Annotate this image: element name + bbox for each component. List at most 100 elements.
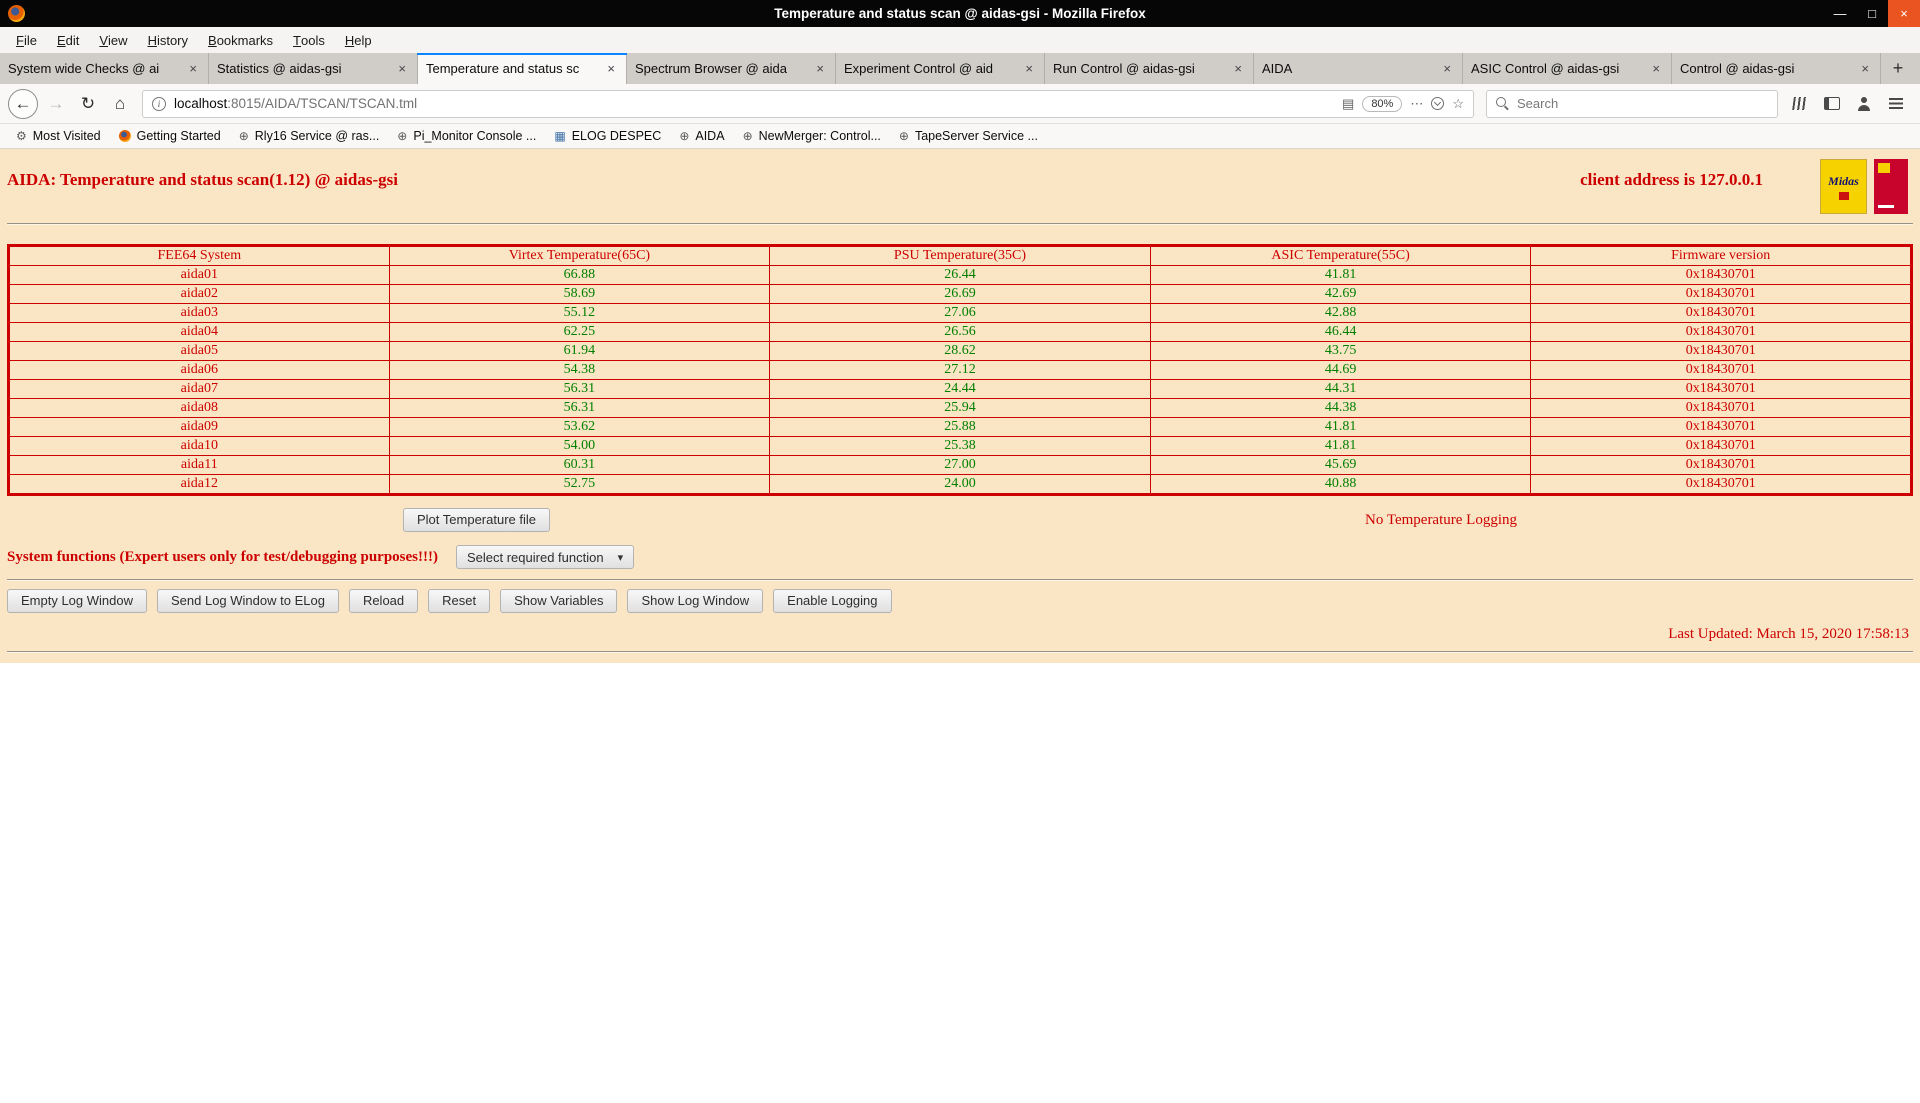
menu-view[interactable]: View <box>89 27 137 53</box>
firmware-cell: 0x18430701 <box>1531 323 1912 342</box>
bookmark-newmerger-control[interactable]: ⊕ NewMerger: Control... <box>735 124 889 148</box>
bookmark-aida[interactable]: ⊕ AIDA <box>671 124 732 148</box>
empty-log-window-button[interactable]: Empty Log Window <box>7 589 147 613</box>
fee64-system-cell: aida06 <box>9 361 390 380</box>
psu-temp-cell: 24.44 <box>770 380 1151 399</box>
psu-temp-cell: 26.69 <box>770 285 1151 304</box>
sidebar-toggle-icon[interactable] <box>1818 90 1846 118</box>
tab-temperature-status-scan[interactable]: Temperature and status sc × <box>418 53 627 84</box>
psu-temp-cell: 25.38 <box>770 437 1151 456</box>
reload-page-button[interactable]: Reload <box>349 589 418 613</box>
tab-close-icon[interactable]: × <box>186 62 200 75</box>
forward-button[interactable]: → <box>40 89 72 119</box>
minimize-button[interactable]: — <box>1824 0 1856 27</box>
enable-logging-button[interactable]: Enable Logging <box>773 589 891 613</box>
virtex-temp-cell: 56.31 <box>389 380 770 399</box>
table-row: aida12 52.75 24.00 40.88 0x18430701 <box>9 475 1912 495</box>
tab-label: AIDA <box>1262 61 1440 76</box>
menu-edit[interactable]: Edit <box>47 27 89 53</box>
pocket-icon[interactable] <box>1431 97 1444 110</box>
bookmark-elog-despec[interactable]: ▦ ELOG DESPEC <box>546 124 669 148</box>
tab-close-icon[interactable]: × <box>1858 62 1872 75</box>
firmware-cell: 0x18430701 <box>1531 418 1912 437</box>
bookmark-tapeserver-service[interactable]: ⊕ TapeServer Service ... <box>891 124 1046 148</box>
show-variables-button[interactable]: Show Variables <box>500 589 617 613</box>
home-button[interactable]: ⌂ <box>104 89 136 119</box>
table-header-row: FEE64 System Virtex Temperature(65C) PSU… <box>9 246 1912 266</box>
close-button[interactable]: × <box>1888 0 1920 27</box>
menu-help[interactable]: Help <box>335 27 382 53</box>
tab-close-icon[interactable]: × <box>1022 62 1036 75</box>
tab-experiment-control[interactable]: Experiment Control @ aid × <box>836 53 1045 84</box>
search-bar[interactable] <box>1486 90 1778 118</box>
function-select[interactable]: Select required function ▾ <box>456 545 634 569</box>
table-row: aida08 56.31 25.94 44.38 0x18430701 <box>9 399 1912 418</box>
fee64-system-cell: aida07 <box>9 380 390 399</box>
function-select-value: Select required function <box>467 550 604 565</box>
reset-button[interactable]: Reset <box>428 589 490 613</box>
globe-icon: ⊕ <box>743 130 753 142</box>
send-log-window-to-elog-button[interactable]: Send Log Window to ELog <box>157 589 339 613</box>
tab-close-icon[interactable]: × <box>1440 62 1454 75</box>
new-tab-button[interactable]: + <box>1881 53 1915 84</box>
account-icon[interactable] <box>1850 90 1878 118</box>
page-actions-icon[interactable]: ⋯ <box>1410 96 1423 112</box>
horizontal-rule <box>7 651 1913 653</box>
plot-temperature-file-button[interactable]: Plot Temperature file <box>403 508 550 532</box>
show-log-window-button[interactable]: Show Log Window <box>627 589 763 613</box>
menu-bookmarks[interactable]: Bookmarks <box>198 27 283 53</box>
tab-aida[interactable]: AIDA × <box>1254 53 1463 84</box>
bookmark-rly16-service[interactable]: ⊕ Rly16 Service @ ras... <box>231 124 388 148</box>
bookmark-pi-monitor-console[interactable]: ⊕ Pi_Monitor Console ... <box>389 124 544 148</box>
client-address: client address is 127.0.0.1 <box>1580 169 1763 191</box>
system-functions-label: System functions (Expert users only for … <box>7 549 438 566</box>
reader-mode-icon[interactable]: ▤ <box>1342 96 1354 112</box>
virtex-temp-cell: 62.25 <box>389 323 770 342</box>
firmware-cell: 0x18430701 <box>1531 437 1912 456</box>
virtex-temp-cell: 54.00 <box>389 437 770 456</box>
bookmark-getting-started[interactable]: Getting Started <box>111 124 229 148</box>
virtex-temp-cell: 66.88 <box>389 266 770 285</box>
site-info-icon[interactable]: i <box>152 97 166 111</box>
tab-close-icon[interactable]: × <box>604 62 618 75</box>
tab-system-wide-checks[interactable]: System wide Checks @ ai × <box>0 53 209 84</box>
url-bar[interactable]: i localhost:8015/AIDA/TSCAN/TSCAN.tml ▤ … <box>142 90 1474 118</box>
hamburger-menu-icon[interactable] <box>1882 90 1910 118</box>
col-header-virtex: Virtex Temperature(65C) <box>389 246 770 266</box>
reload-button[interactable]: ↻ <box>72 89 104 119</box>
asic-temp-cell: 43.75 <box>1150 342 1531 361</box>
virtex-temp-cell: 52.75 <box>389 475 770 495</box>
tab-close-icon[interactable]: × <box>395 62 409 75</box>
tab-run-control[interactable]: Run Control @ aidas-gsi × <box>1045 53 1254 84</box>
zoom-level-indicator[interactable]: 80% <box>1362 96 1402 112</box>
bookmark-label: ELOG DESPEC <box>572 129 662 143</box>
search-input[interactable] <box>1517 96 1768 111</box>
asic-temp-cell: 46.44 <box>1150 323 1531 342</box>
tab-label: Temperature and status sc <box>426 61 604 76</box>
tab-asic-control[interactable]: ASIC Control @ aidas-gsi × <box>1463 53 1672 84</box>
menu-history[interactable]: History <box>138 27 198 53</box>
tab-control[interactable]: Control @ aidas-gsi × <box>1672 53 1881 84</box>
bookmark-label: Pi_Monitor Console ... <box>413 129 536 143</box>
firmware-cell: 0x18430701 <box>1531 456 1912 475</box>
tab-spectrum-browser[interactable]: Spectrum Browser @ aida × <box>627 53 836 84</box>
fee64-system-cell: aida02 <box>9 285 390 304</box>
no-temperature-logging-status: No Temperature Logging <box>1365 512 1517 529</box>
firefox-icon <box>119 130 131 142</box>
fee64-system-cell: aida09 <box>9 418 390 437</box>
tab-close-icon[interactable]: × <box>1649 62 1663 75</box>
page-title: AIDA: Temperature and status scan(1.12) … <box>7 169 398 191</box>
psu-temp-cell: 26.44 <box>770 266 1151 285</box>
virtex-temp-cell: 53.62 <box>389 418 770 437</box>
library-icon[interactable] <box>1786 90 1814 118</box>
tab-close-icon[interactable]: × <box>813 62 827 75</box>
maximize-button[interactable]: □ <box>1856 0 1888 27</box>
bookmark-star-icon[interactable]: ☆ <box>1452 96 1464 112</box>
tab-statistics[interactable]: Statistics @ aidas-gsi × <box>209 53 418 84</box>
tab-close-icon[interactable]: × <box>1231 62 1245 75</box>
back-button[interactable]: ← <box>8 89 38 119</box>
firmware-cell: 0x18430701 <box>1531 380 1912 399</box>
bookmark-most-visited[interactable]: ⚙ Most Visited <box>8 124 109 148</box>
menu-file[interactable]: File <box>6 27 47 53</box>
menu-tools[interactable]: Tools <box>283 27 335 53</box>
